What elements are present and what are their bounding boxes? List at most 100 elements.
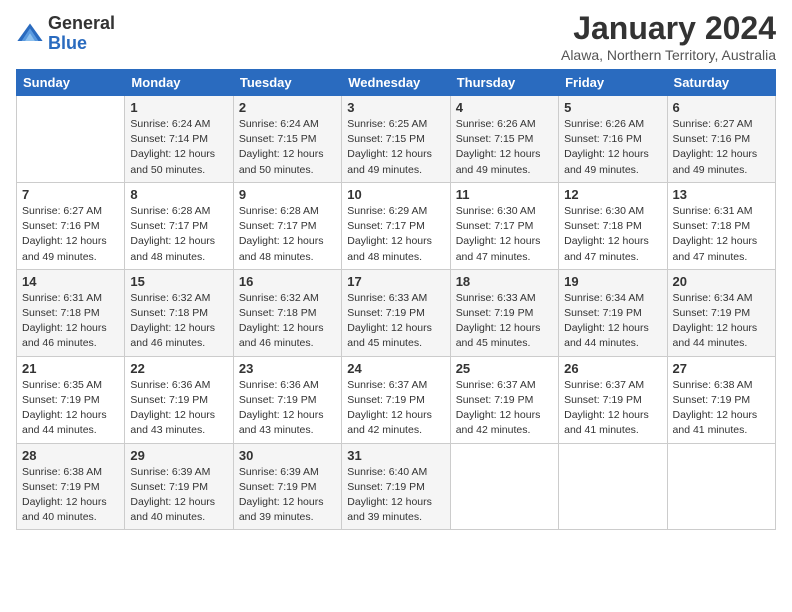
week-row-1: 1 Sunrise: 6:24 AMSunset: 7:14 PMDaylight… xyxy=(17,96,776,183)
cell-info: Sunrise: 6:34 AMSunset: 7:19 PMDaylight:… xyxy=(673,291,770,352)
cell-info: Sunrise: 6:39 AMSunset: 7:19 PMDaylight:… xyxy=(130,465,227,526)
day-number: 8 xyxy=(130,187,227,202)
cell-info: Sunrise: 6:34 AMSunset: 7:19 PMDaylight:… xyxy=(564,291,661,352)
cell-day xyxy=(667,443,775,530)
cell-day: 11 Sunrise: 6:30 AMSunset: 7:17 PMDayligh… xyxy=(450,182,558,269)
cell-day: 24 Sunrise: 6:37 AMSunset: 7:19 PMDayligh… xyxy=(342,356,450,443)
logo-icon xyxy=(16,20,44,48)
title-block: January 2024 Alawa, Northern Territory, … xyxy=(561,10,776,63)
header-thursday: Thursday xyxy=(450,70,558,96)
cell-info: Sunrise: 6:38 AMSunset: 7:19 PMDaylight:… xyxy=(673,378,770,439)
day-number: 16 xyxy=(239,274,336,289)
cell-day xyxy=(559,443,667,530)
week-row-3: 14 Sunrise: 6:31 AMSunset: 7:18 PMDayligh… xyxy=(17,269,776,356)
cell-day: 2 Sunrise: 6:24 AMSunset: 7:15 PMDaylight… xyxy=(233,96,341,183)
cell-day: 19 Sunrise: 6:34 AMSunset: 7:19 PMDayligh… xyxy=(559,269,667,356)
cell-info: Sunrise: 6:39 AMSunset: 7:19 PMDaylight:… xyxy=(239,465,336,526)
cell-info: Sunrise: 6:32 AMSunset: 7:18 PMDaylight:… xyxy=(130,291,227,352)
week-row-2: 7 Sunrise: 6:27 AMSunset: 7:16 PMDaylight… xyxy=(17,182,776,269)
cell-info: Sunrise: 6:24 AMSunset: 7:14 PMDaylight:… xyxy=(130,117,227,178)
day-number: 24 xyxy=(347,361,444,376)
day-number: 19 xyxy=(564,274,661,289)
day-number: 2 xyxy=(239,100,336,115)
cell-day: 21 Sunrise: 6:35 AMSunset: 7:19 PMDayligh… xyxy=(17,356,125,443)
cell-info: Sunrise: 6:36 AMSunset: 7:19 PMDaylight:… xyxy=(130,378,227,439)
day-number: 31 xyxy=(347,448,444,463)
cell-info: Sunrise: 6:29 AMSunset: 7:17 PMDaylight:… xyxy=(347,204,444,265)
logo-blue-label: Blue xyxy=(48,34,115,54)
cell-info: Sunrise: 6:32 AMSunset: 7:18 PMDaylight:… xyxy=(239,291,336,352)
cell-info: Sunrise: 6:40 AMSunset: 7:19 PMDaylight:… xyxy=(347,465,444,526)
day-number: 6 xyxy=(673,100,770,115)
week-row-4: 21 Sunrise: 6:35 AMSunset: 7:19 PMDayligh… xyxy=(17,356,776,443)
cell-day: 29Sunrise: 6:39 AMSunset: 7:19 PMDayligh… xyxy=(125,443,233,530)
logo-general-label: General xyxy=(48,14,115,34)
cell-info: Sunrise: 6:33 AMSunset: 7:19 PMDaylight:… xyxy=(347,291,444,352)
cell-info: Sunrise: 6:35 AMSunset: 7:19 PMDaylight:… xyxy=(22,378,119,439)
cell-day xyxy=(17,96,125,183)
week-row-5: 28 Sunrise: 6:38 AMSunset: 7:19 PMDayligh… xyxy=(17,443,776,530)
month-year-title: January 2024 xyxy=(561,10,776,47)
cell-day xyxy=(450,443,558,530)
day-number: 30 xyxy=(239,448,336,463)
cell-info: Sunrise: 6:27 AMSunset: 7:16 PMDaylight:… xyxy=(673,117,770,178)
day-number: 15 xyxy=(130,274,227,289)
header-friday: Friday xyxy=(559,70,667,96)
cell-day: 13Sunrise: 6:31 AMSunset: 7:18 PMDayligh… xyxy=(667,182,775,269)
header-tuesday: Tuesday xyxy=(233,70,341,96)
day-number: 4 xyxy=(456,100,553,115)
day-number: 9 xyxy=(239,187,336,202)
cell-info: Sunrise: 6:24 AMSunset: 7:15 PMDaylight:… xyxy=(239,117,336,178)
cell-day: 15 Sunrise: 6:32 AMSunset: 7:18 PMDayligh… xyxy=(125,269,233,356)
cell-info: Sunrise: 6:28 AMSunset: 7:17 PMDaylight:… xyxy=(239,204,336,265)
day-number: 7 xyxy=(22,187,119,202)
calendar-table: SundayMondayTuesdayWednesdayThursdayFrid… xyxy=(16,69,776,530)
cell-day: 30 Sunrise: 6:39 AMSunset: 7:19 PMDayligh… xyxy=(233,443,341,530)
day-number: 23 xyxy=(239,361,336,376)
day-number: 5 xyxy=(564,100,661,115)
cell-day: 16 Sunrise: 6:32 AMSunset: 7:18 PMDayligh… xyxy=(233,269,341,356)
header-monday: Monday xyxy=(125,70,233,96)
cell-day: 27Sunrise: 6:38 AMSunset: 7:19 PMDayligh… xyxy=(667,356,775,443)
cell-info: Sunrise: 6:25 AMSunset: 7:15 PMDaylight:… xyxy=(347,117,444,178)
cell-info: Sunrise: 6:30 AMSunset: 7:17 PMDaylight:… xyxy=(456,204,553,265)
day-number: 22 xyxy=(130,361,227,376)
day-number: 21 xyxy=(22,361,119,376)
day-number: 28 xyxy=(22,448,119,463)
day-number: 1 xyxy=(130,100,227,115)
cell-info: Sunrise: 6:37 AMSunset: 7:19 PMDaylight:… xyxy=(564,378,661,439)
cell-info: Sunrise: 6:38 AMSunset: 7:19 PMDaylight:… xyxy=(22,465,119,526)
day-number: 25 xyxy=(456,361,553,376)
cell-info: Sunrise: 6:28 AMSunset: 7:17 PMDaylight:… xyxy=(130,204,227,265)
cell-day: 17Sunrise: 6:33 AMSunset: 7:19 PMDayligh… xyxy=(342,269,450,356)
cell-day: 3 Sunrise: 6:25 AMSunset: 7:15 PMDaylight… xyxy=(342,96,450,183)
calendar-header-row: SundayMondayTuesdayWednesdayThursdayFrid… xyxy=(17,70,776,96)
cell-day: 9 Sunrise: 6:28 AMSunset: 7:17 PMDaylight… xyxy=(233,182,341,269)
day-number: 10 xyxy=(347,187,444,202)
day-number: 3 xyxy=(347,100,444,115)
day-number: 18 xyxy=(456,274,553,289)
cell-info: Sunrise: 6:27 AMSunset: 7:16 PMDaylight:… xyxy=(22,204,119,265)
cell-day: 25Sunrise: 6:37 AMSunset: 7:19 PMDayligh… xyxy=(450,356,558,443)
cell-day: 18 Sunrise: 6:33 AMSunset: 7:19 PMDayligh… xyxy=(450,269,558,356)
day-number: 12 xyxy=(564,187,661,202)
cell-day: 7 Sunrise: 6:27 AMSunset: 7:16 PMDaylight… xyxy=(17,182,125,269)
day-number: 26 xyxy=(564,361,661,376)
cell-day: 12 Sunrise: 6:30 AMSunset: 7:18 PMDayligh… xyxy=(559,182,667,269)
cell-day: 8 Sunrise: 6:28 AMSunset: 7:17 PMDaylight… xyxy=(125,182,233,269)
cell-day: 31 Sunrise: 6:40 AMSunset: 7:19 PMDayligh… xyxy=(342,443,450,530)
cell-info: Sunrise: 6:30 AMSunset: 7:18 PMDaylight:… xyxy=(564,204,661,265)
cell-info: Sunrise: 6:33 AMSunset: 7:19 PMDaylight:… xyxy=(456,291,553,352)
cell-day: 20 Sunrise: 6:34 AMSunset: 7:19 PMDayligh… xyxy=(667,269,775,356)
cell-day: 14 Sunrise: 6:31 AMSunset: 7:18 PMDayligh… xyxy=(17,269,125,356)
day-number: 11 xyxy=(456,187,553,202)
cell-day: 10 Sunrise: 6:29 AMSunset: 7:17 PMDayligh… xyxy=(342,182,450,269)
day-number: 14 xyxy=(22,274,119,289)
day-number: 20 xyxy=(673,274,770,289)
logo-text: General Blue xyxy=(48,14,115,54)
day-number: 13 xyxy=(673,187,770,202)
cell-day: 26 Sunrise: 6:37 AMSunset: 7:19 PMDayligh… xyxy=(559,356,667,443)
cell-info: Sunrise: 6:31 AMSunset: 7:18 PMDaylight:… xyxy=(22,291,119,352)
cell-info: Sunrise: 6:37 AMSunset: 7:19 PMDaylight:… xyxy=(347,378,444,439)
page-header: General Blue January 2024 Alawa, Norther… xyxy=(16,10,776,63)
